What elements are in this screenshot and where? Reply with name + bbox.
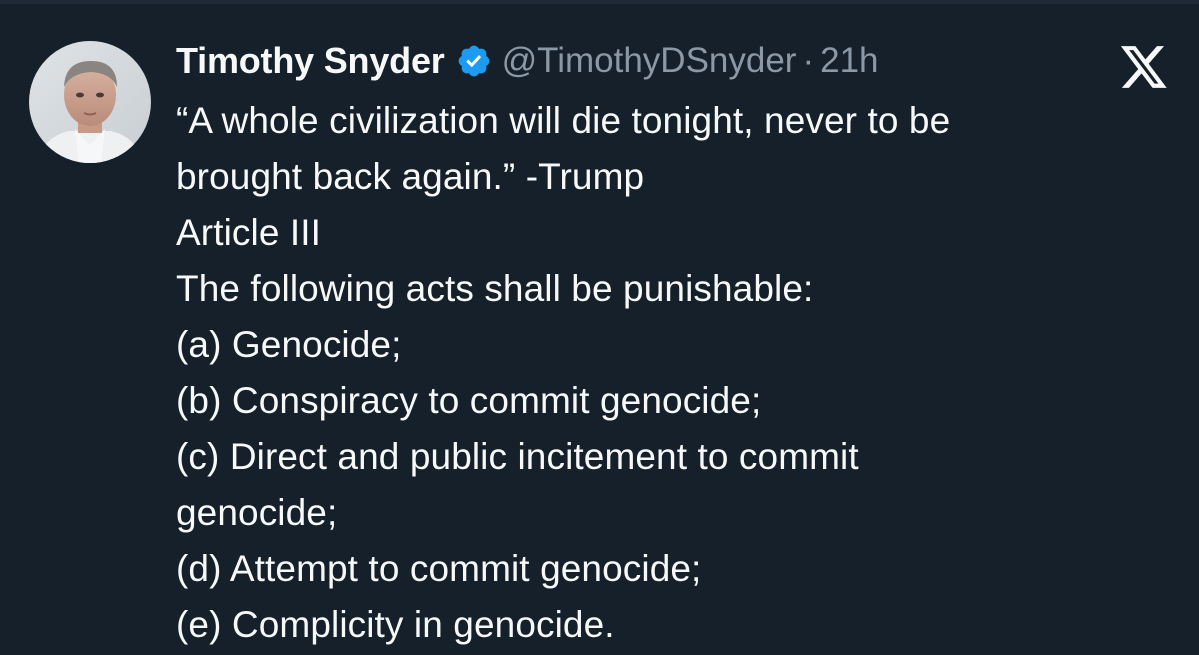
verified-badge-icon bbox=[456, 43, 492, 79]
tweet-body: “A whole civilization will die tonight, … bbox=[176, 93, 1136, 653]
avatar[interactable] bbox=[29, 41, 151, 163]
tweet-text-line: (e) Complicity in genocide. bbox=[176, 604, 615, 645]
tweet-text-line: (b) Conspiracy to commit genocide; bbox=[176, 380, 762, 421]
header-separator: · bbox=[802, 41, 815, 80]
tweet-header: Timothy Snyder @TimothyDSnyder · 21h bbox=[176, 38, 879, 84]
tweet-text-line: “A whole civilization will die tonight, … bbox=[176, 100, 951, 141]
tweet-text-line: genocide; bbox=[176, 492, 338, 533]
tweet-text-line: (d) Attempt to commit genocide; bbox=[176, 548, 702, 589]
x-logo-icon bbox=[1119, 44, 1169, 90]
author-name[interactable]: Timothy Snyder bbox=[176, 40, 445, 82]
tweet-text-line: The following acts shall be punishable: bbox=[176, 268, 814, 309]
author-handle[interactable]: @TimothyDSnyder bbox=[502, 41, 797, 81]
tweet-text-line: Article III bbox=[176, 212, 322, 253]
tweet-text-line: (c) Direct and public incitement to comm… bbox=[176, 436, 859, 477]
tweet-text-line: (a) Genocide; bbox=[176, 324, 402, 365]
tweet-text-line: brought back again.” -Trump bbox=[176, 156, 645, 197]
top-divider bbox=[0, 0, 1199, 4]
tweet-timestamp[interactable]: 21h bbox=[820, 41, 878, 81]
